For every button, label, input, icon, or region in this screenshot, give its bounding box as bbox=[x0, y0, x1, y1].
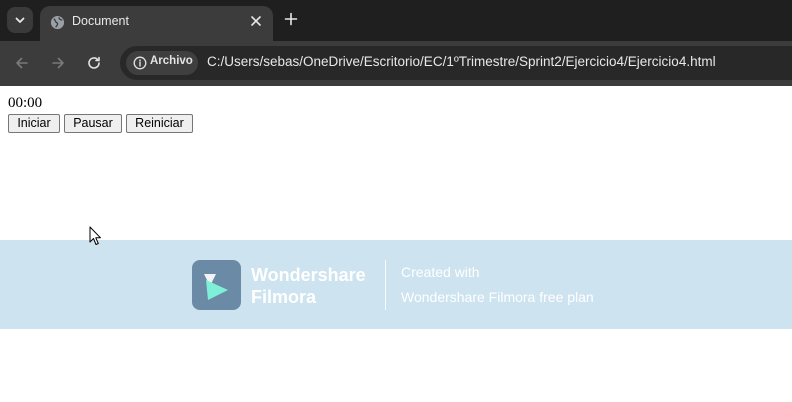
browser-toolbar: Archivo C:/Users/sebas/OneDrive/Escritor… bbox=[0, 41, 792, 86]
address-bar[interactable]: Archivo C:/Users/sebas/OneDrive/Escritor… bbox=[120, 46, 792, 80]
mouse-cursor-icon bbox=[89, 226, 101, 245]
plan-text: Wondershare Filmora free plan bbox=[401, 289, 594, 305]
filmora-brand: Wondershare Filmora bbox=[251, 264, 366, 308]
close-icon[interactable] bbox=[249, 14, 263, 28]
tab-title: Document bbox=[72, 14, 129, 28]
filmora-watermark: Wondershare Filmora Created with Wonders… bbox=[0, 240, 792, 329]
chevron-down-icon bbox=[15, 17, 25, 23]
page-content: 00:00 Iniciar Pausar Reiniciar Wondersha… bbox=[0, 86, 792, 402]
globe-icon bbox=[50, 15, 65, 30]
start-button[interactable]: Iniciar bbox=[8, 114, 60, 133]
reset-button[interactable]: Reiniciar bbox=[126, 114, 193, 133]
plus-icon[interactable] bbox=[284, 12, 298, 26]
filmora-logo-icon bbox=[204, 274, 228, 300]
filmora-logo bbox=[192, 260, 241, 310]
site-info-label: Archivo bbox=[150, 55, 193, 67]
brand-line-2: Filmora bbox=[251, 287, 317, 307]
site-info-chip[interactable]: Archivo bbox=[126, 51, 198, 75]
timer-display: 00:00 bbox=[8, 95, 43, 111]
url-text[interactable]: C:/Users/sebas/OneDrive/Escritorio/EC/1º… bbox=[207, 54, 716, 69]
info-icon bbox=[133, 56, 147, 70]
arrow-right-icon[interactable] bbox=[50, 55, 66, 71]
brand-line-1: Wondershare bbox=[251, 265, 366, 285]
tab-document[interactable]: Document bbox=[40, 6, 273, 41]
arrow-left-icon[interactable] bbox=[14, 55, 30, 71]
pause-button[interactable]: Pausar bbox=[64, 114, 122, 133]
watermark-divider bbox=[385, 260, 386, 310]
created-with-text: Created with bbox=[401, 264, 480, 280]
tab-strip: Document bbox=[0, 0, 792, 41]
tab-search-button[interactable] bbox=[7, 7, 33, 33]
reload-icon[interactable] bbox=[86, 55, 102, 71]
